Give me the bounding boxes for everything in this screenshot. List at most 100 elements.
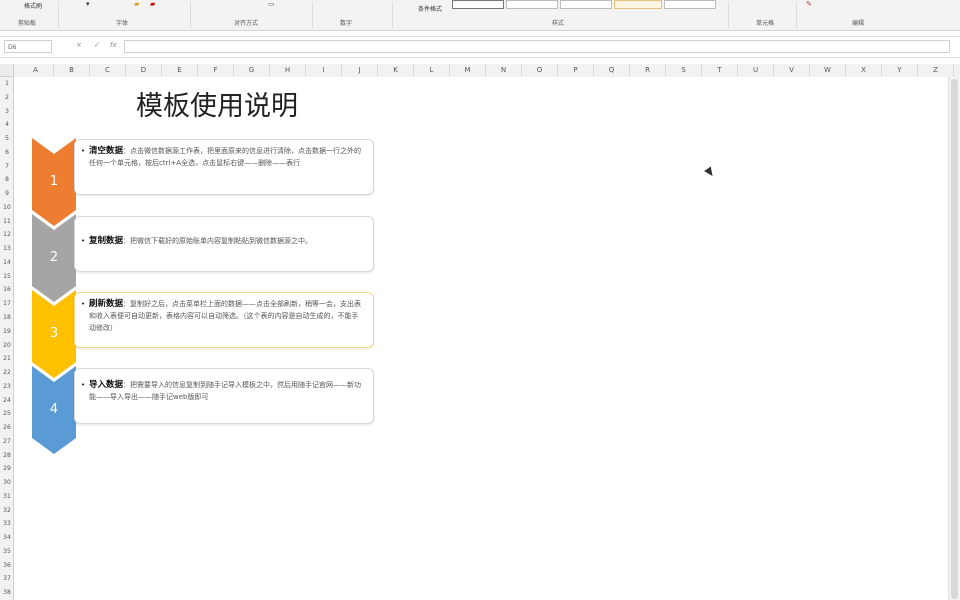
step-1-number: 1: [49, 174, 59, 189]
cell-style-normal[interactable]: [452, 0, 504, 9]
merge-icon[interactable]: ▭: [268, 0, 275, 8]
column-header[interactable]: Q: [594, 64, 630, 77]
step-4-heading: 导入数据: [89, 380, 124, 390]
row-header[interactable]: 18: [0, 311, 14, 325]
row-header[interactable]: 26: [0, 421, 14, 435]
group-font-label: 字体: [116, 20, 129, 27]
conditional-format-button[interactable]: 条件格式: [418, 4, 442, 13]
row-header[interactable]: 14: [0, 256, 14, 270]
column-header[interactable]: Y: [882, 64, 918, 77]
row-header[interactable]: 37: [0, 572, 14, 586]
column-header[interactable]: C: [90, 64, 126, 77]
column-header[interactable]: F: [198, 64, 234, 77]
row-header[interactable]: 34: [0, 531, 14, 545]
column-header[interactable]: L: [414, 64, 450, 77]
column-header[interactable]: O: [522, 64, 558, 77]
row-header[interactable]: 38: [0, 586, 14, 600]
column-header[interactable]: N: [486, 64, 522, 77]
separator: [312, 2, 313, 28]
row-header[interactable]: 32: [0, 504, 14, 518]
row-header[interactable]: 13: [0, 242, 14, 256]
row-header[interactable]: 16: [0, 283, 14, 297]
scrollbar-thumb[interactable]: [951, 79, 958, 599]
group-cells-label: 单元格: [756, 20, 775, 27]
row-header[interactable]: 8: [0, 173, 14, 187]
cell-style-5[interactable]: [664, 0, 716, 9]
column-header[interactable]: D: [126, 64, 162, 77]
row-header[interactable]: 15: [0, 270, 14, 284]
step-3-text: ：复制好之后，点击菜单栏上面的数据——点击全部刷新，稍等一会，支出表和收入表便可…: [89, 300, 362, 332]
row-header[interactable]: 12: [0, 228, 14, 242]
cell-style-2[interactable]: [506, 0, 558, 9]
column-header[interactable]: K: [378, 64, 414, 77]
column-header[interactable]: P: [558, 64, 594, 77]
row-header[interactable]: 23: [0, 380, 14, 394]
row-header[interactable]: 24: [0, 394, 14, 408]
cell-style-3[interactable]: [560, 0, 612, 9]
column-header[interactable]: U: [738, 64, 774, 77]
row-header[interactable]: 20: [0, 339, 14, 353]
column-header[interactable]: G: [234, 64, 270, 77]
row-header[interactable]: 19: [0, 325, 14, 339]
bold-icon[interactable]: ▾: [86, 0, 90, 8]
row-header[interactable]: 11: [0, 215, 14, 229]
column-header[interactable]: W: [810, 64, 846, 77]
step-3-heading: 刷新数据: [89, 299, 124, 309]
font-color-icon[interactable]: ▰: [150, 0, 155, 8]
row-header[interactable]: 31: [0, 490, 14, 504]
row-header[interactable]: 28: [0, 449, 14, 463]
row-header[interactable]: 10: [0, 201, 14, 215]
column-header[interactable]: M: [450, 64, 486, 77]
select-all-corner[interactable]: [0, 64, 14, 77]
cancel-icon[interactable]: ×: [76, 41, 82, 49]
row-header[interactable]: 21: [0, 352, 14, 366]
row-header[interactable]: 25: [0, 407, 14, 421]
column-header[interactable]: X: [846, 64, 882, 77]
column-header[interactable]: R: [630, 64, 666, 77]
row-header[interactable]: 22: [0, 366, 14, 380]
column-header[interactable]: T: [702, 64, 738, 77]
column-header[interactable]: V: [774, 64, 810, 77]
bullet-icon: •: [81, 300, 86, 308]
vertical-scrollbar[interactable]: [948, 77, 960, 600]
column-header[interactable]: Z: [918, 64, 954, 77]
clear-icon[interactable]: ✎: [806, 0, 812, 8]
name-box[interactable]: D6: [4, 40, 52, 53]
step-4-text: ：把需要导入的信息复制到随手记导入模板之中，然后用随手记官网——新功能——导入导…: [89, 381, 362, 401]
row-header[interactable]: 29: [0, 462, 14, 476]
formula-input[interactable]: [124, 40, 950, 53]
row-header[interactable]: 3: [0, 105, 14, 119]
enter-icon[interactable]: ✓: [94, 41, 100, 49]
row-header[interactable]: 36: [0, 559, 14, 573]
column-header[interactable]: A: [18, 64, 54, 77]
row-header[interactable]: 2: [0, 91, 14, 105]
row-header[interactable]: 5: [0, 132, 14, 146]
format-painter-button[interactable]: 格式刷: [24, 1, 42, 10]
column-header[interactable]: S: [666, 64, 702, 77]
step-1-text: ：点击微信数据源工作表，把里面原来的信息进行清除，点击数据一行之外的任何一个单元…: [89, 147, 362, 167]
column-header[interactable]: E: [162, 64, 198, 77]
column-header[interactable]: J: [342, 64, 378, 77]
row-header[interactable]: 7: [0, 160, 14, 174]
row-header[interactable]: 4: [0, 118, 14, 132]
ribbon: 格式刷 ▾ ▰ ▰ ▭ 条件格式 ✎ 剪贴板 字体 对齐方式 数字 样式 单元格…: [0, 0, 960, 31]
fx-icon[interactable]: fx: [110, 41, 117, 49]
step-2-text: ：把微信下载好的原始账单内容复制粘贴到微信数据源之中。: [123, 237, 313, 245]
row-header[interactable]: 9: [0, 187, 14, 201]
row-header[interactable]: 6: [0, 146, 14, 160]
row-header[interactable]: 17: [0, 297, 14, 311]
row-headers: 1 2 3 4 5 6 7 8 9 10 11 12 13 14 15 16 17 18 19 20 21 22 23 24 2…: [0, 77, 14, 600]
separator: [796, 2, 797, 28]
row-header[interactable]: 35: [0, 545, 14, 559]
row-header[interactable]: 30: [0, 476, 14, 490]
row-header[interactable]: 1: [0, 77, 14, 91]
row-header[interactable]: 27: [0, 435, 14, 449]
row-header[interactable]: 33: [0, 517, 14, 531]
column-header[interactable]: I: [306, 64, 342, 77]
column-header[interactable]: H: [270, 64, 306, 77]
cell-style-4[interactable]: [614, 0, 662, 9]
step-1-heading: 清空数据: [89, 146, 124, 156]
highlight-icon[interactable]: ▰: [134, 0, 139, 8]
group-alignment-label: 对齐方式: [234, 20, 259, 27]
column-header[interactable]: B: [54, 64, 90, 77]
